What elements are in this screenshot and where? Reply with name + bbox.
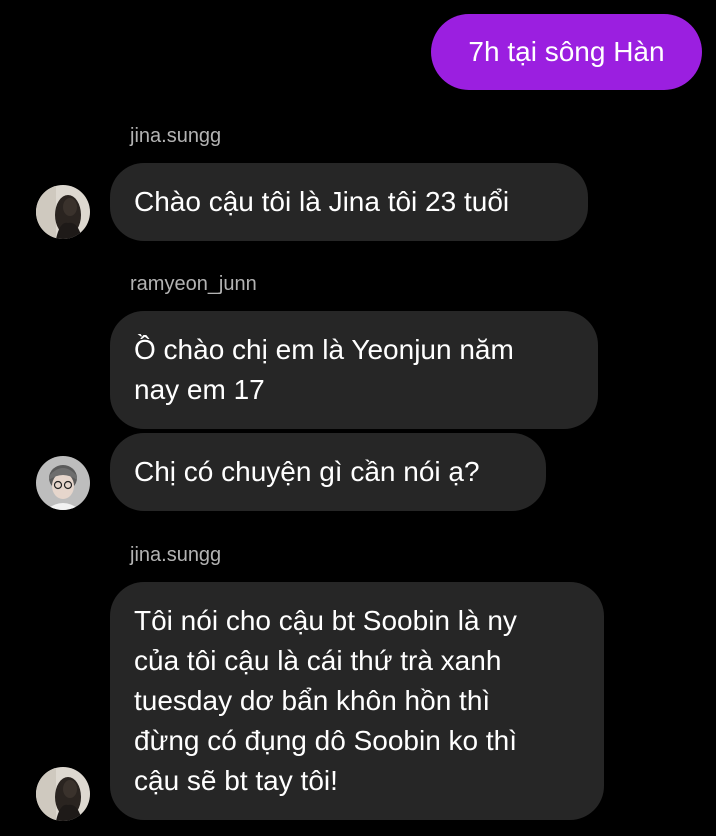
incoming-message[interactable]: Ồ chào chị em là Yeonjun năm nay em 17 [110,311,598,429]
outgoing-message-text: 7h tại sông Hàn [468,36,665,67]
incoming-message[interactable]: Chị có chuyện gì cần nói ạ? [110,433,546,511]
sender-username[interactable]: jina.sungg [130,543,221,567]
incoming-message[interactable]: Chào cậu tôi là Jina tôi 23 tuổi [110,163,588,241]
sender-username[interactable]: jina.sungg [130,124,221,148]
incoming-message[interactable]: Tôi nói cho cậu bt Soobin là ny của tôi … [110,582,604,820]
sender-username[interactable]: ramyeon_junn [130,272,257,296]
jina-avatar[interactable] [36,767,90,821]
jina-avatar[interactable] [36,185,90,239]
yeonjun-avatar[interactable] [36,456,90,510]
outgoing-message[interactable]: 7h tại sông Hàn [431,14,702,90]
